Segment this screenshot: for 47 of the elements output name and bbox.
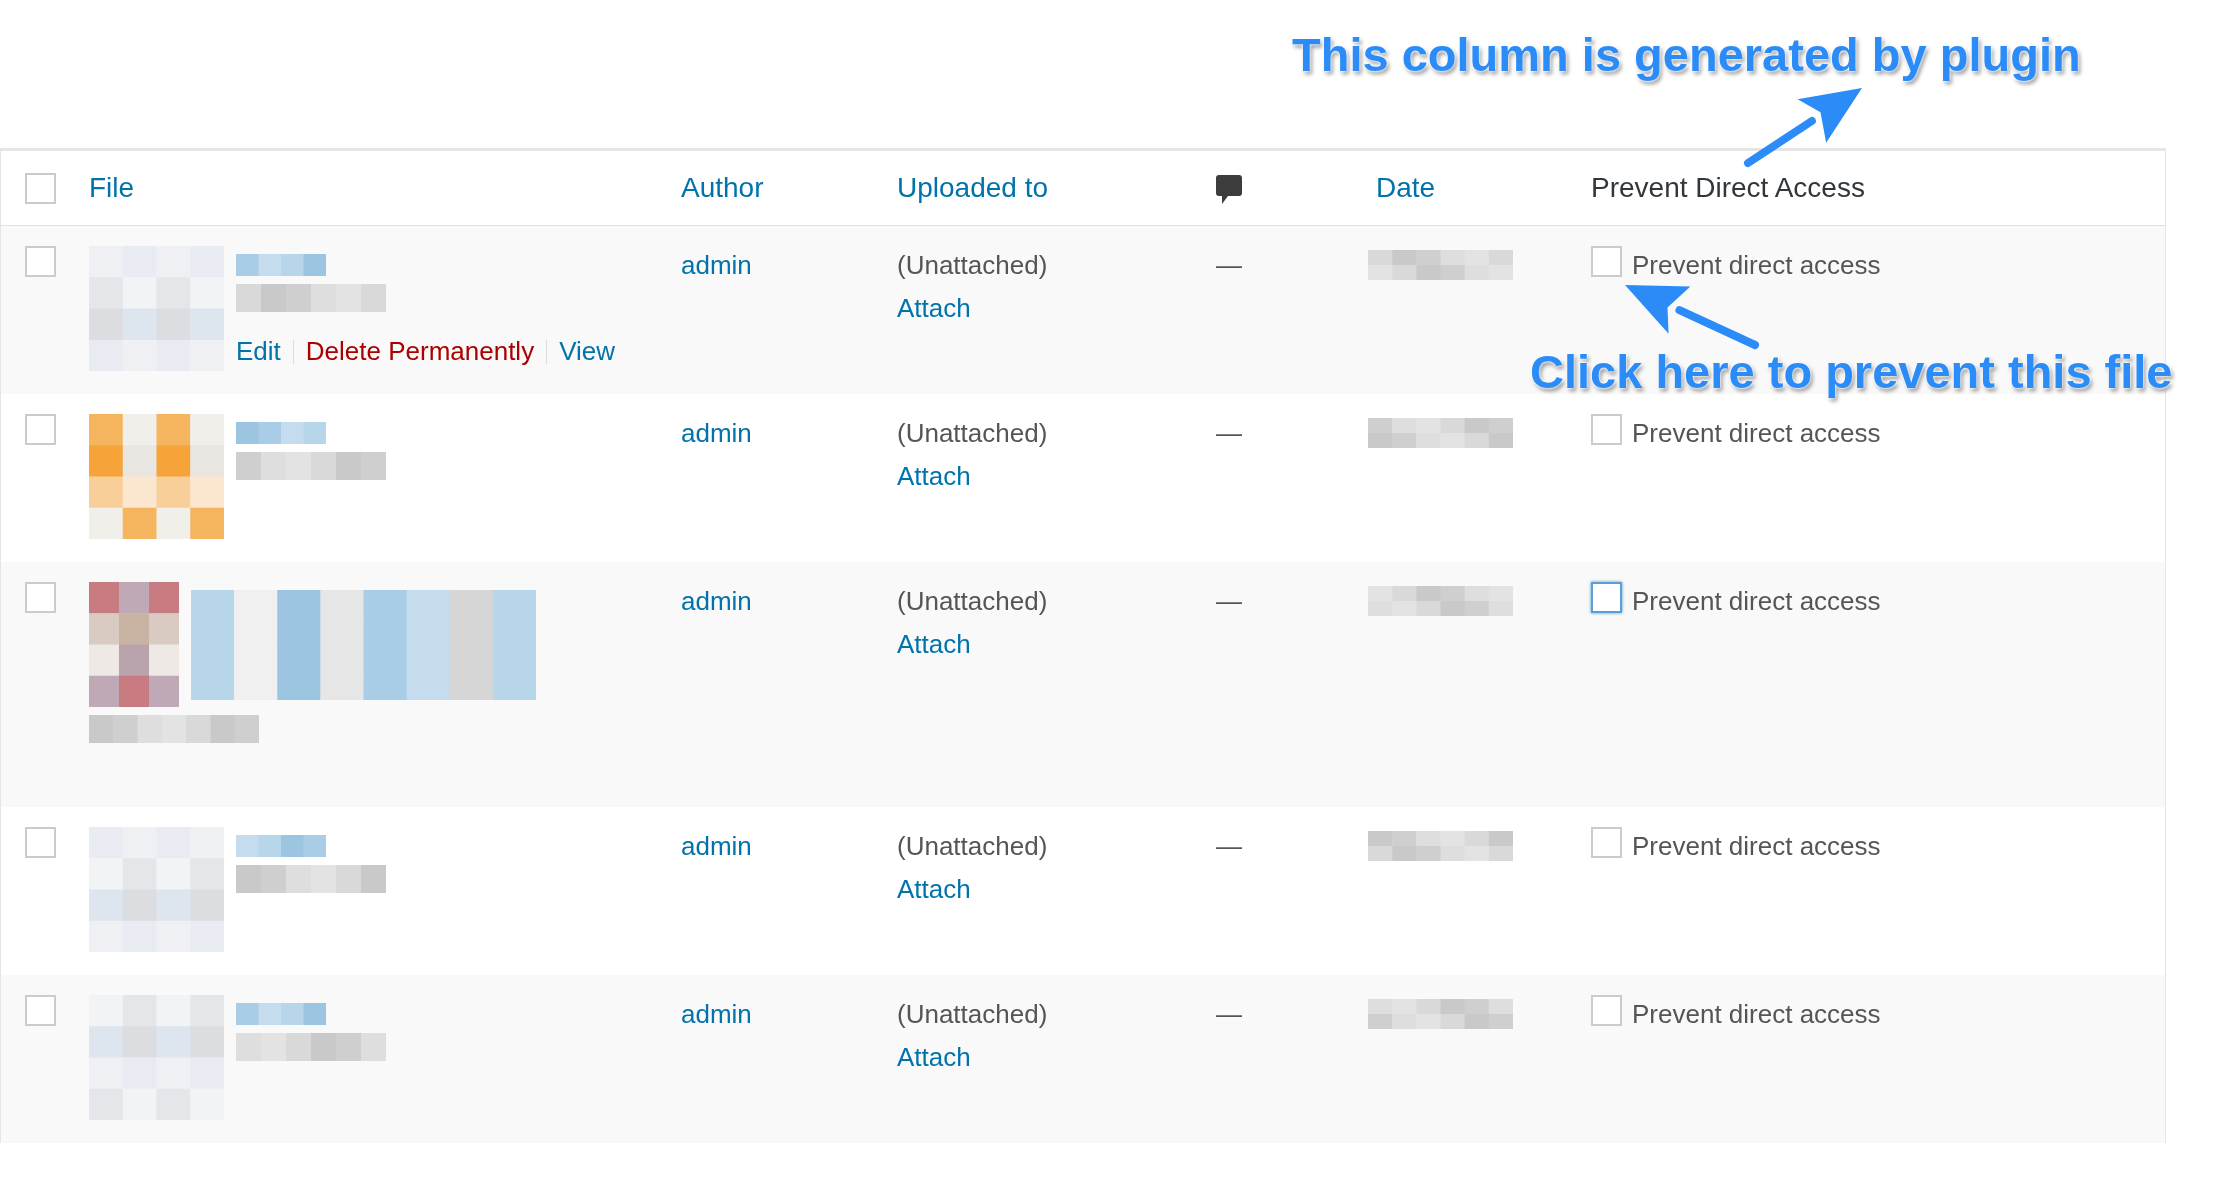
attach-link[interactable]: Attach [897, 457, 971, 496]
uploader-name-link[interactable]: admin [681, 418, 752, 448]
checkbox-label: Prevent direct access [1632, 998, 1881, 1031]
delete-link[interactable]: Delete Permanently [305, 332, 535, 371]
uploader-name-link[interactable]: admin [681, 831, 752, 861]
action-link[interactable]: Edit [236, 332, 281, 371]
comment-count: — [1215, 586, 1242, 616]
column-header-link[interactable]: Date [1376, 172, 1436, 203]
column-header: Prevent Direct Access [1591, 172, 1865, 203]
column-header-link[interactable]: Author [681, 172, 764, 203]
row-checkbox[interactable] [25, 246, 56, 277]
prevent-access-checkbox[interactable] [1591, 827, 1622, 858]
prevent-access-checkbox[interactable] [1591, 582, 1622, 613]
comment-bubble-icon[interactable] [1216, 175, 1242, 205]
prevent-access-checkbox[interactable] [1591, 995, 1622, 1026]
uploader-name-link[interactable]: admin [681, 999, 752, 1029]
uploader-name-link[interactable]: admin [681, 250, 752, 280]
attach-link[interactable]: Attach [897, 870, 971, 909]
comment-count: — [1215, 418, 1242, 448]
comment-count: — [1215, 250, 1242, 280]
checkbox-label: Prevent direct access [1632, 585, 1881, 618]
uploader-name-link[interactable]: admin [681, 586, 752, 616]
attachment-status: (Unattached) [897, 585, 1048, 618]
attachment-status: (Unattached) [897, 830, 1048, 863]
column-header-link[interactable]: File [89, 172, 135, 203]
checkbox-label: Prevent direct access [1632, 830, 1881, 863]
row-checkbox[interactable] [25, 827, 56, 858]
prevent-access-checkbox[interactable] [1591, 414, 1622, 445]
row-checkbox[interactable] [25, 995, 56, 1026]
select-all-checkbox[interactable] [25, 172, 56, 204]
checkbox-label: Prevent direct access [1632, 249, 1881, 282]
attach-link[interactable]: Attach [897, 1038, 971, 1077]
comment-count: — [1215, 831, 1242, 861]
annotation-text: Click here to prevent this file [1530, 344, 2173, 400]
attachment-status: (Unattached) [897, 998, 1048, 1031]
attachment-status: (Unattached) [897, 249, 1048, 282]
action-link[interactable]: View [559, 332, 616, 371]
comment-count: — [1215, 999, 1242, 1029]
checkbox-label: Prevent direct access [1632, 417, 1881, 450]
attachment-status: (Unattached) [897, 417, 1048, 450]
annotation-text: This column is generated by plugin [1292, 27, 2081, 83]
column-header-link[interactable]: Uploaded to [897, 172, 1048, 203]
attach-link[interactable]: Attach [897, 625, 971, 664]
attach-link[interactable]: Attach [897, 289, 971, 328]
row-checkbox[interactable] [25, 582, 56, 613]
row-checkbox[interactable] [25, 414, 56, 445]
prevent-access-checkbox[interactable] [1591, 246, 1622, 277]
